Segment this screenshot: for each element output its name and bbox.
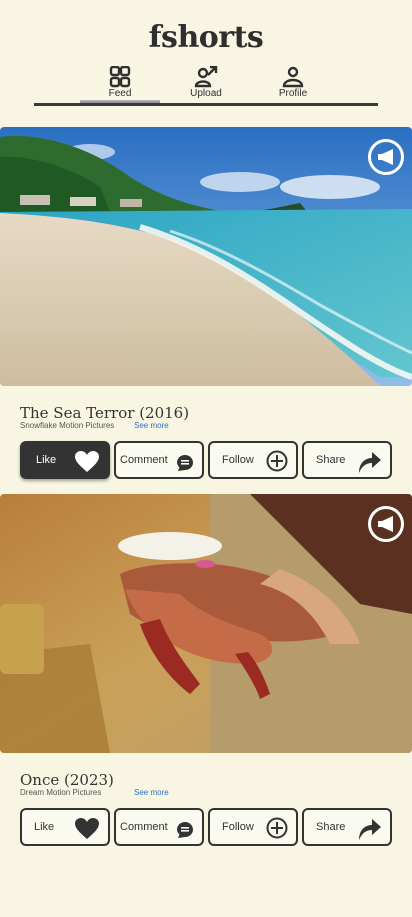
like-label: Like [36, 454, 57, 466]
henna-hands-photo [0, 494, 412, 753]
follow-button[interactable]: Follow [208, 441, 298, 479]
tab-profile[interactable]: Profile [253, 64, 333, 102]
see-more-link[interactable]: See more [134, 421, 169, 430]
post-title: Once (2023) [20, 771, 114, 789]
share-label: Share [316, 821, 346, 833]
follow-label: Follow [222, 821, 254, 833]
post-studio: Snowflake Motion Pictures [20, 421, 115, 430]
tab-upload[interactable]: Upload [166, 64, 246, 102]
comment-label: Comment [120, 821, 168, 833]
post-video-beach[interactable] [0, 127, 412, 386]
follow-button[interactable]: Follow [208, 808, 298, 846]
mute-button[interactable] [368, 139, 404, 175]
speaker-icon [378, 149, 393, 165]
share-button[interactable]: Share [302, 808, 392, 846]
post-video-henna[interactable] [0, 494, 412, 753]
like-button[interactable]: Like [20, 441, 110, 479]
grid-icon [109, 66, 131, 88]
profile-icon [282, 66, 304, 88]
comment-icon [177, 455, 193, 471]
like-label: Like [34, 821, 55, 833]
tab-label: Feed [108, 88, 132, 99]
share-arrow-icon [359, 452, 381, 473]
like-button[interactable]: Like [20, 808, 110, 846]
see-more-link[interactable]: See more [134, 788, 169, 797]
follow-label: Follow [222, 454, 254, 466]
comment-button[interactable]: Comment [114, 441, 204, 479]
tab-feed[interactable]: Feed [80, 64, 160, 105]
post-studio: Dream Motion Pictures [20, 788, 102, 797]
share-arrow-icon [359, 819, 381, 840]
tab-divider [34, 103, 378, 106]
tab-label: Profile [278, 88, 308, 99]
plus-circle-icon [266, 817, 288, 839]
post-title: The Sea Terror (2016) [20, 404, 190, 422]
upload-user-icon [194, 66, 218, 88]
heart-icon [75, 818, 99, 839]
tab-bar: Feed Upload Profile [34, 64, 378, 106]
share-button[interactable]: Share [302, 441, 392, 479]
share-label: Share [316, 454, 346, 466]
beach-photo [0, 127, 412, 386]
plus-circle-icon [266, 450, 288, 472]
tab-label: Upload [190, 88, 222, 99]
comment-icon [177, 822, 193, 838]
heart-icon [75, 451, 99, 472]
comment-label: Comment [120, 454, 168, 466]
mute-button[interactable] [368, 506, 404, 542]
app-logo: fshorts [148, 20, 264, 55]
comment-button[interactable]: Comment [114, 808, 204, 846]
speaker-icon [378, 516, 393, 532]
